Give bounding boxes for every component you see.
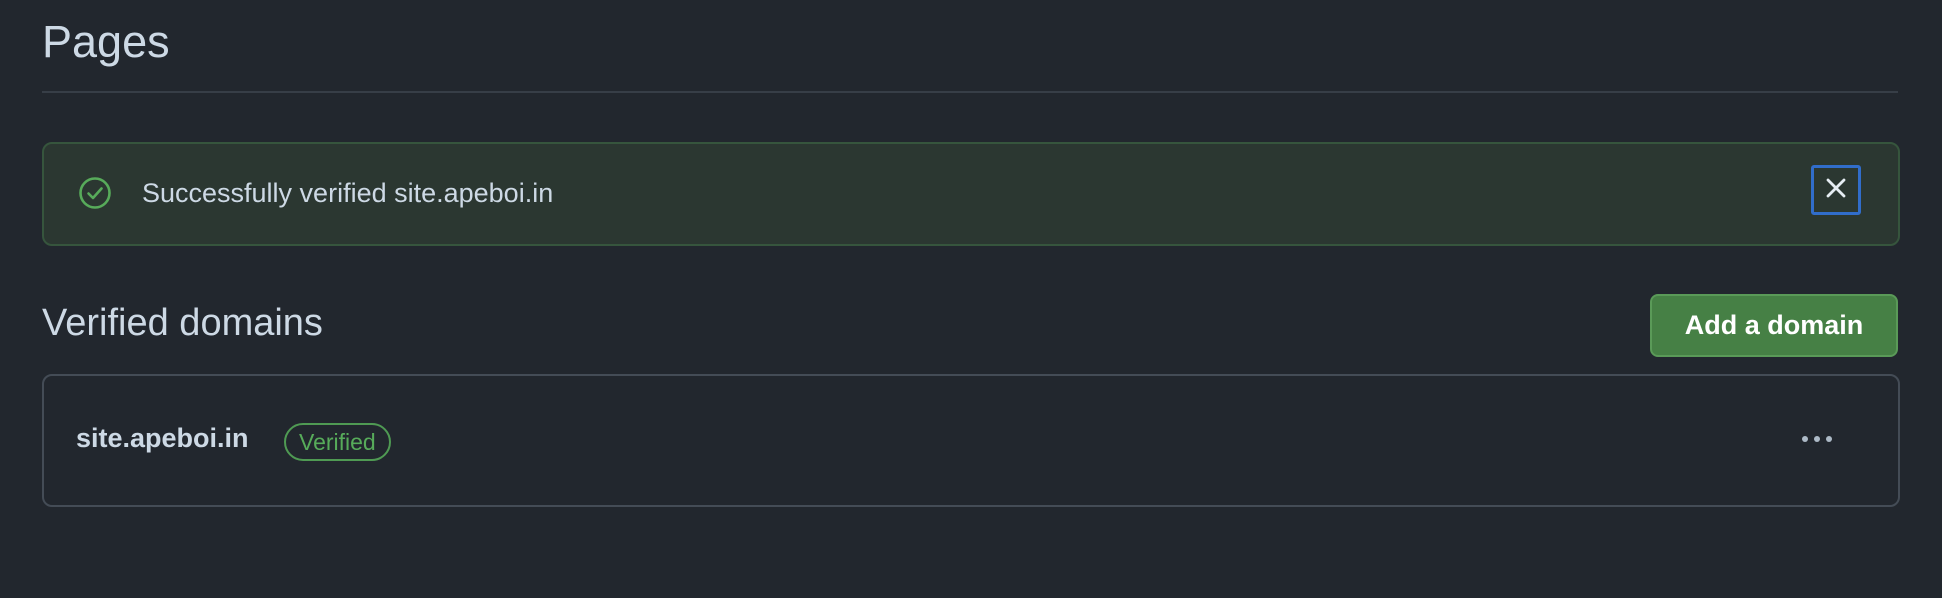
- domain-name: site.apeboi.in: [76, 423, 249, 453]
- domain-options-button[interactable]: [1790, 420, 1844, 460]
- x-icon: [1825, 177, 1847, 204]
- domain-list: site.apeboi.in Verified: [42, 374, 1900, 507]
- verified-domains-heading: Verified domains: [42, 302, 323, 344]
- add-domain-button[interactable]: Add a domain: [1650, 294, 1898, 357]
- verified-status-badge: Verified: [284, 423, 391, 461]
- check-circle-icon: [78, 176, 112, 210]
- kebab-horizontal-icon: [1799, 431, 1835, 449]
- success-flash-banner: Successfully verified site.apeboi.in: [42, 142, 1900, 246]
- page-title: Pages: [42, 16, 170, 67]
- flash-message: Successfully verified site.apeboi.in: [142, 178, 554, 208]
- dismiss-flash-button[interactable]: [1811, 165, 1861, 215]
- title-divider: [42, 91, 1898, 93]
